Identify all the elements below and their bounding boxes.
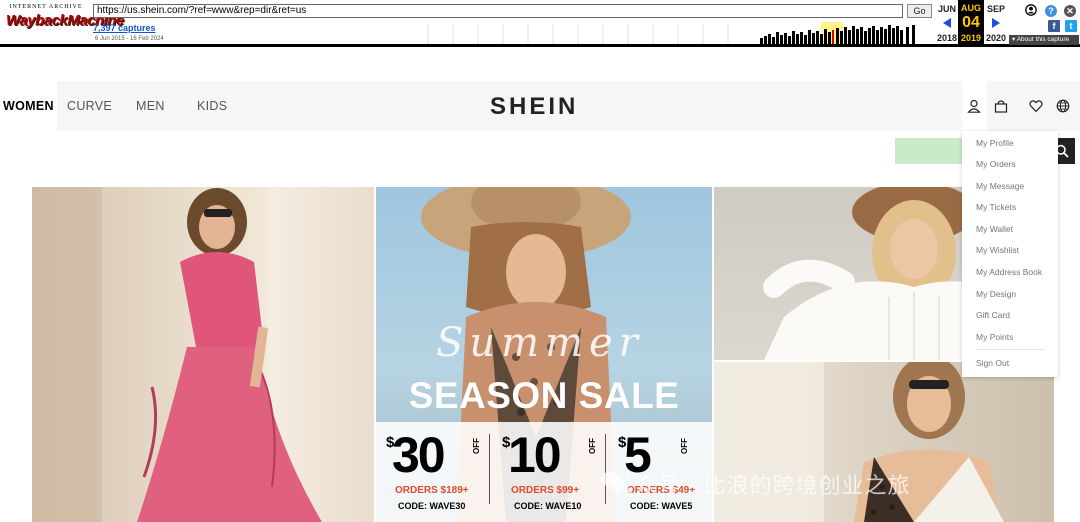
deal-off: OFF xyxy=(472,438,481,454)
wayback-captures-link[interactable]: 7,397 captures xyxy=(93,23,156,33)
deal-wave10[interactable]: $ 10 OFF ORDERS $99+ CODE: WAVE10 xyxy=(492,422,604,522)
deal-code: CODE: WAVE10 xyxy=(514,501,582,511)
menu-divider xyxy=(976,349,1044,350)
deal-off: OFF xyxy=(680,438,689,454)
nav-curve[interactable]: CURVE xyxy=(67,81,112,131)
deal-orders: ORDERS $99+ xyxy=(511,485,580,496)
menu-item-my-profile[interactable]: My Profile xyxy=(976,138,1014,148)
banner-red-dress[interactable] xyxy=(32,187,374,522)
about-capture-label: About this capture xyxy=(1016,36,1070,43)
deal-divider xyxy=(605,434,606,504)
current-day-label: 04 xyxy=(962,14,980,31)
wayback-current-capture: AUG 04 2019 xyxy=(958,0,984,44)
menu-item-my-design[interactable]: My Design xyxy=(976,289,1016,299)
close-icon[interactable]: ✕ xyxy=(1064,5,1076,17)
account-icon[interactable] xyxy=(1025,4,1037,16)
next-arrow-icon[interactable] xyxy=(992,18,1000,28)
wayback-capture-sparkline[interactable] xyxy=(408,22,918,44)
deal-divider xyxy=(489,434,490,504)
wayback-date-range: 6 Jun 2015 - 16 Feb 2024 xyxy=(95,36,164,42)
heart-icon[interactable] xyxy=(1029,99,1043,113)
current-year-label: 2019 xyxy=(960,33,982,43)
wayback-url-input[interactable]: https://us.shein.com/?ref=www&rep=dir&re… xyxy=(93,4,903,18)
wayback-logo-top: INTERNET ARCHIVE xyxy=(9,4,83,10)
about-capture-button[interactable]: ▾ About this capture xyxy=(1009,35,1079,45)
user-icon[interactable] xyxy=(967,99,981,113)
deal-amount: 30 xyxy=(392,427,446,483)
bag-icon[interactable] xyxy=(994,99,1008,113)
menu-item-my-orders[interactable]: My Orders xyxy=(976,159,1016,169)
help-icon[interactable]: ? xyxy=(1045,5,1057,17)
deal-amount: 10 xyxy=(508,427,562,483)
nav-men[interactable]: MEN xyxy=(136,81,165,131)
menu-item-my-tickets[interactable]: My Tickets xyxy=(976,202,1016,212)
wayback-toolbar: INTERNET ARCHIVE WaybackMachine https://… xyxy=(0,0,1080,47)
twitter-icon[interactable]: t xyxy=(1065,20,1077,32)
next-year-label[interactable]: 2020 xyxy=(985,33,1007,43)
facebook-icon[interactable]: f xyxy=(1048,20,1060,32)
model-red-dress-image xyxy=(32,187,374,522)
shein-logo[interactable]: SHEIN xyxy=(490,93,578,121)
prev-year-label[interactable]: 2018 xyxy=(936,33,958,43)
deal-code: CODE: WAVE30 xyxy=(398,501,466,511)
menu-item-my-points[interactable]: My Points xyxy=(976,332,1013,342)
user-account-dropdown: My Profile My Orders My Message My Ticke… xyxy=(962,131,1058,377)
deal-wave30[interactable]: $ 30 OFF ORDERS $189+ CODE: WAVE30 xyxy=(376,422,488,522)
menu-item-gift-card[interactable]: Gift Card xyxy=(976,310,1010,320)
menu-item-my-address-book[interactable]: My Address Book xyxy=(976,267,1042,277)
globe-icon[interactable] xyxy=(1056,99,1070,113)
prev-arrow-icon[interactable] xyxy=(943,18,951,28)
deal-code: CODE: WAVE5 xyxy=(630,501,693,511)
wayback-prev-capture[interactable]: JUN 2018 xyxy=(936,4,958,44)
deal-orders: ORDERS $189+ xyxy=(395,485,469,496)
wayback-next-capture[interactable]: SEP 2020 xyxy=(985,4,1007,44)
menu-item-my-message[interactable]: My Message xyxy=(976,181,1024,191)
next-month-label: SEP xyxy=(986,4,1005,14)
menu-item-my-wishlist[interactable]: My Wishlist xyxy=(976,245,1019,255)
wayback-go-button[interactable]: Go xyxy=(907,4,932,18)
deal-off: OFF xyxy=(588,438,597,454)
current-month-label: AUG xyxy=(961,3,981,13)
sale-script-text: Summer xyxy=(436,320,644,366)
wayback-icon-group: ? ✕ f t xyxy=(1024,3,1080,37)
wayback-logo[interactable]: INTERNET ARCHIVE WaybackMachine xyxy=(6,4,124,40)
sale-title: SEASON SALE xyxy=(408,375,680,416)
menu-item-my-wallet[interactable]: My Wallet xyxy=(976,224,1013,234)
wayback-logo-main: WaybackMachine xyxy=(6,12,124,29)
nav-kids[interactable]: KIDS xyxy=(197,81,227,131)
prev-month-label: JUN xyxy=(937,4,956,14)
site-header: WOMEN CURVE MEN KIDS SHEIN xyxy=(0,81,1080,131)
watermark-text: 公众号 · 比浪的跨境创业之旅 xyxy=(612,473,911,498)
nav-women[interactable]: WOMEN xyxy=(3,81,54,131)
menu-item-sign-out[interactable]: Sign Out xyxy=(976,358,1009,368)
